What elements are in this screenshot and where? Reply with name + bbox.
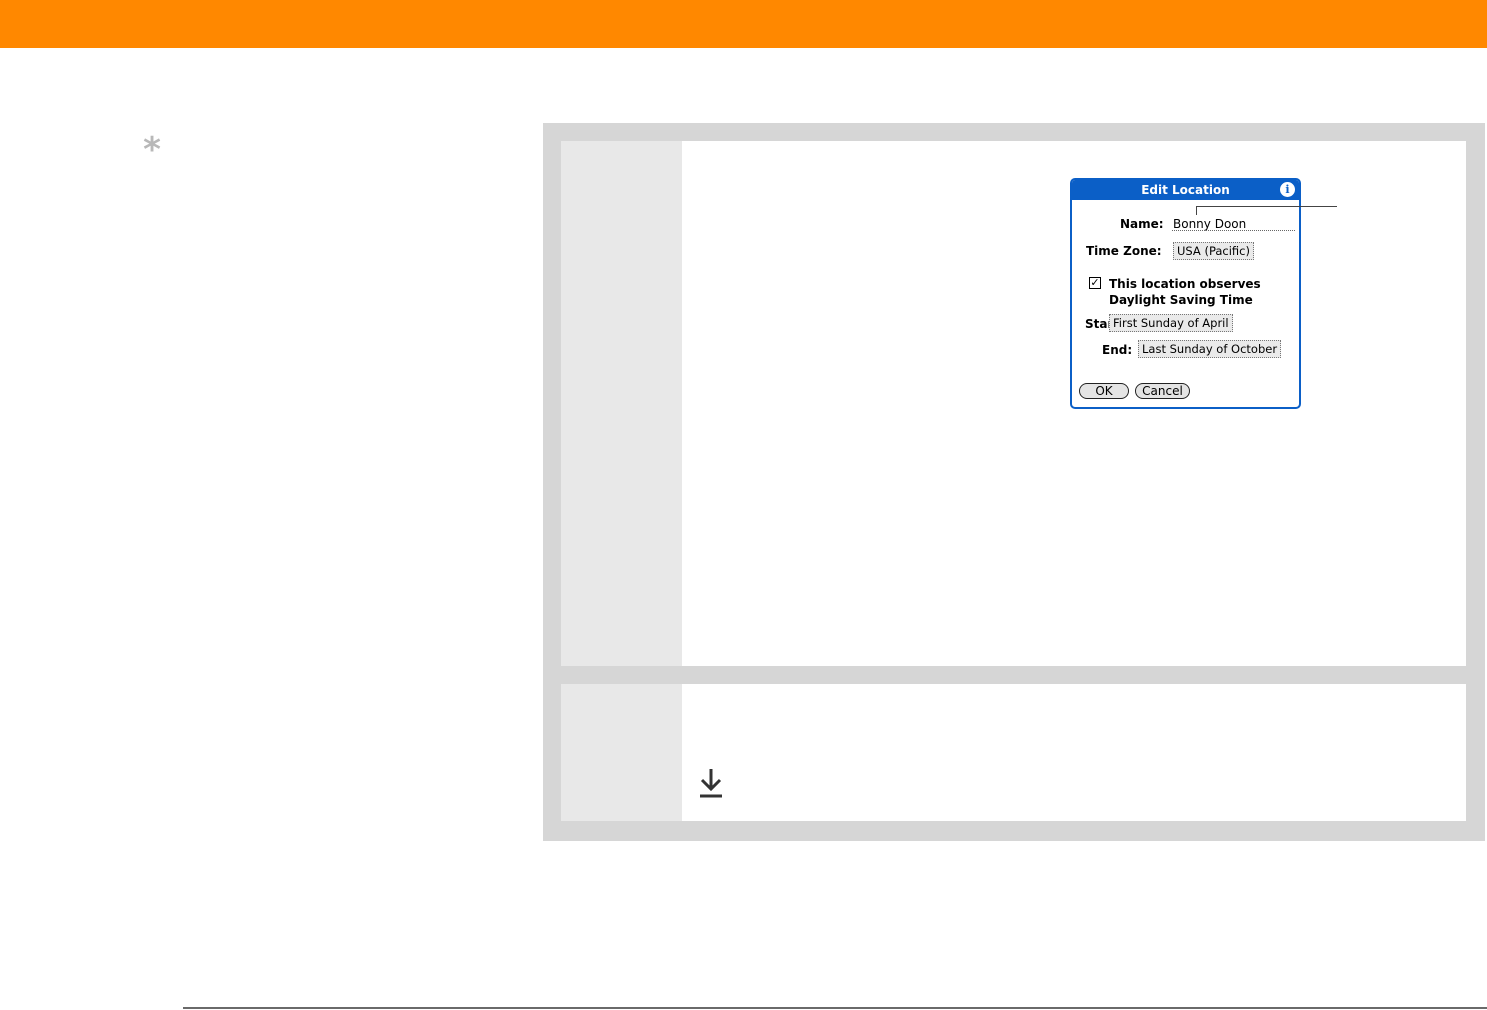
dst-label-line1: This location observes	[1109, 277, 1261, 291]
info-icon[interactable]: i	[1280, 182, 1295, 197]
callout-line	[1196, 206, 1337, 215]
dst-checkbox[interactable]: ✓	[1089, 277, 1101, 289]
down-arrow-icon	[700, 769, 722, 798]
footer-rule	[183, 1007, 1487, 1009]
ok-button[interactable]: OK	[1079, 383, 1129, 399]
end-label: End:	[1102, 343, 1133, 357]
end-picker[interactable]: Last Sunday of October	[1138, 340, 1282, 358]
asterisk-icon: *	[143, 130, 161, 170]
start-picker[interactable]: First Sunday of April	[1109, 314, 1233, 332]
steps-panel	[543, 123, 1485, 841]
dst-label-line2: Daylight Saving Time	[1109, 293, 1253, 307]
step-1-number-cell	[561, 141, 682, 666]
name-field-underline	[1172, 230, 1295, 231]
name-label: Name:	[1120, 217, 1164, 231]
time-zone-label: Time Zone:	[1086, 244, 1162, 258]
dialog-title: Edit Location	[1072, 180, 1299, 200]
step-2-number-cell	[561, 684, 682, 821]
cancel-button[interactable]: Cancel	[1135, 383, 1190, 399]
header-color-bar	[0, 0, 1487, 48]
time-zone-picker[interactable]: USA (Pacific)	[1173, 242, 1254, 260]
step-2-body	[682, 684, 1466, 821]
